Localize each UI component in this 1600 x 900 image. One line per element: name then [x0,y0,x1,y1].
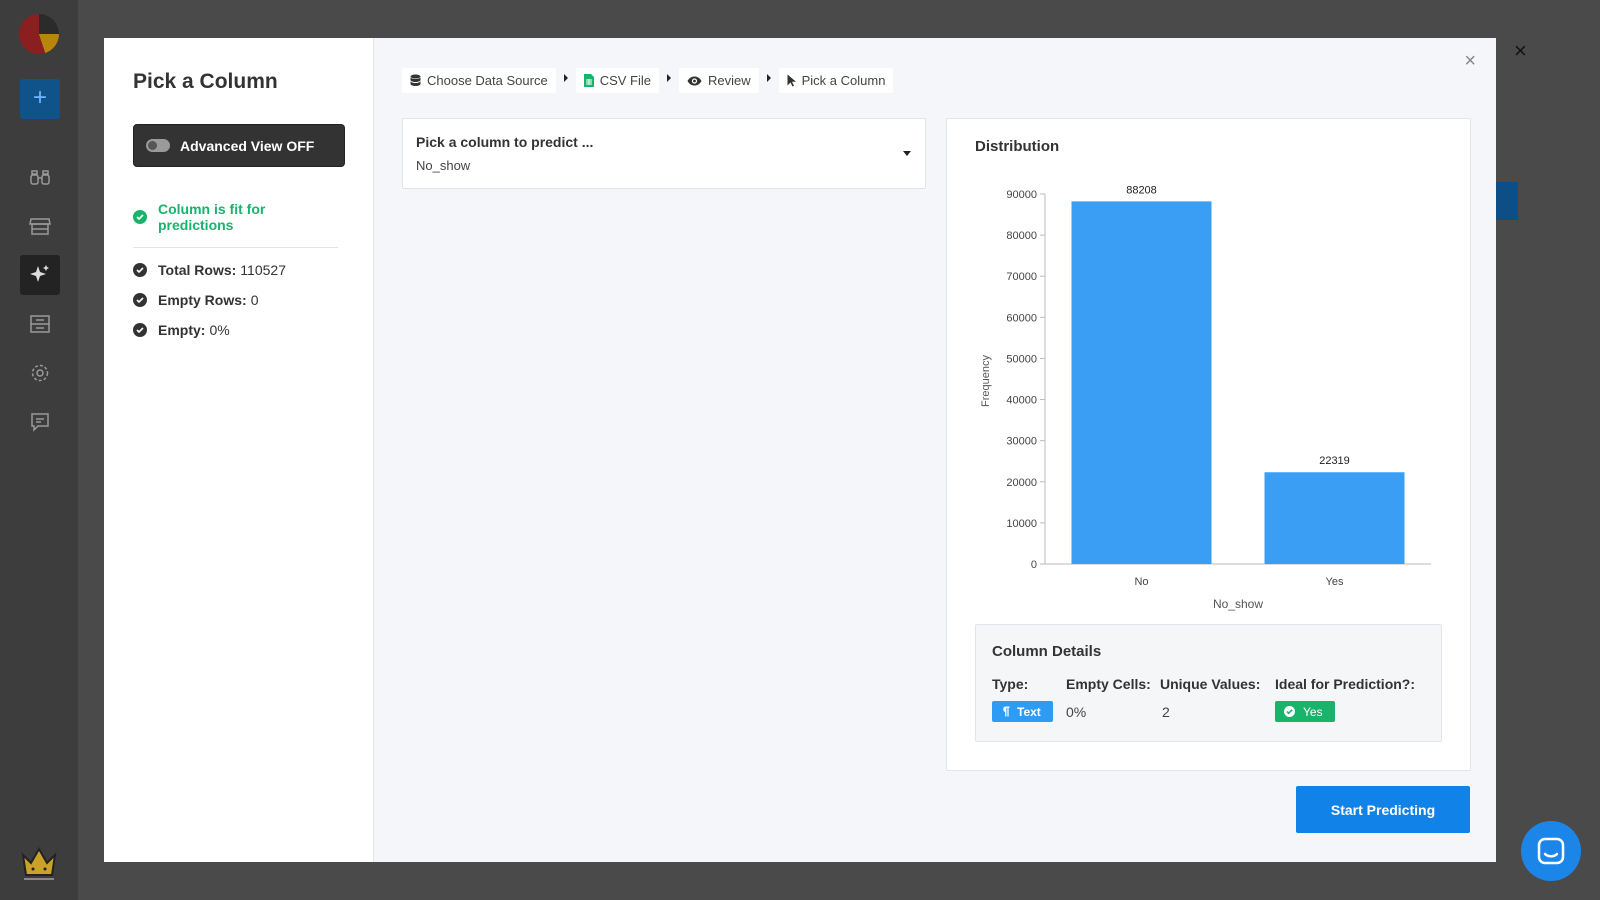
detail-label: Type: [992,676,1029,692]
ideal-value: Yes [1303,704,1323,719]
x-axis-label: No_show [1213,597,1263,611]
y-tick-label: 40000 [1006,395,1037,407]
advanced-view-label: Advanced View OFF [180,137,315,154]
modal-close-icon[interactable]: × [1464,50,1476,73]
column-select-label: Pick a column to predict ... [416,134,594,150]
breadcrumb-separator-icon [563,73,568,82]
detail-unique-values: Unique Values: 2 [1160,676,1275,722]
breadcrumb-label: CSV File [599,73,651,88]
distribution-panel: Distribution 0 10000 20000 30000 40000 50000 6… [946,118,1471,771]
stat-label: Empty Rows: [158,292,247,308]
y-axis-label: Frequency [980,355,992,407]
stat-value: 0% [209,322,230,338]
column-details: Column Details Type: Text Empty Cells: 0… [975,624,1442,742]
stat-total-rows: Total Rows: 110527 [133,262,344,278]
bars: 88208 No 22319 Yes [1071,184,1405,588]
background-close-icon[interactable]: × [1514,38,1527,64]
modal-title: Pick a Column [133,70,278,93]
add-button[interactable]: + [20,79,60,119]
check-circle-icon [133,323,147,337]
breadcrumb-review[interactable]: Review [678,68,759,93]
distribution-chart: 0 10000 20000 30000 40000 50000 60000 70000 8000… [980,184,1431,611]
app-sidebar: + [0,0,78,900]
csv-file-icon [583,74,594,87]
breadcrumb-separator-icon [766,73,771,82]
check-circle-icon [133,263,147,277]
fit-message: Column is fit for predictions [158,201,266,233]
y-tick-label: 20000 [1006,477,1037,489]
detail-label: Unique Values: [1160,676,1261,692]
y-tick-label: 50000 [1006,353,1037,365]
modal-left-panel: Pick a Column Advanced View OFF Column i… [104,38,374,862]
y-tick-label: 90000 [1006,189,1037,201]
breadcrumb-csv-file[interactable]: CSV File [575,68,659,93]
detail-label: Ideal for Prediction?: [1275,676,1416,692]
breadcrumb-label: Pick a Column [801,73,886,88]
bar-data-label: 88208 [1126,184,1157,196]
type-badge: Text [992,701,1053,722]
detail-label: Empty Cells: [1066,676,1151,692]
fit-status: Column is fit for predictions [133,201,338,248]
column-details-title: Column Details [992,643,1102,660]
advanced-view-toggle-button[interactable]: Advanced View OFF [133,124,345,167]
background-panel [1496,182,1518,220]
pick-column-modal: Pick a Column Advanced View OFF Column i… [104,38,1496,862]
stat-value: 110527 [240,262,286,278]
breadcrumb: Choose Data Source CSV File Review Pick … [402,68,894,93]
y-tick-label: 10000 [1006,518,1037,530]
y-tick-label: 0 [1031,559,1037,571]
detail-empty-cells: Empty Cells: 0% [1066,676,1160,722]
check-circle-icon [133,210,147,224]
check-circle-icon [133,293,147,307]
toggle-icon [146,139,170,152]
x-tick-label: No [1134,576,1148,588]
chat-bubble-icon[interactable] [20,402,60,442]
y-tick-label: 70000 [1006,271,1037,283]
store-icon[interactable] [20,206,60,246]
y-tick-label: 30000 [1006,436,1037,448]
breadcrumb-label: Review [707,73,751,88]
detail-value: 2 [1162,704,1170,720]
chat-launcher-button[interactable] [1521,821,1581,881]
check-circle-icon [1284,706,1295,717]
detail-ideal: Ideal for Prediction?: Yes [1275,676,1415,722]
bar-data-label: 22319 [1319,455,1350,467]
breadcrumb-pick-a-column[interactable]: Pick a Column [778,68,894,93]
paragraph-icon [1003,706,1010,717]
y-tick-label: 80000 [1006,230,1037,242]
gear-icon[interactable] [20,353,60,393]
stat-empty-rows: Empty Rows: 0 [133,292,344,308]
app-logo[interactable] [19,14,59,54]
start-predicting-button[interactable]: Start Predicting [1296,786,1470,833]
caret-down-icon [903,151,911,156]
y-axis: 0 10000 20000 30000 40000 50000 60000 70000 8000… [1006,189,1045,571]
type-value: Text [1017,704,1041,719]
server-icon[interactable] [20,304,60,344]
stat-value: 0 [250,292,259,308]
detail-type: Type: Text [992,676,1066,722]
binoculars-icon[interactable] [20,157,60,197]
bar-yes [1264,472,1405,564]
column-select[interactable]: Pick a column to predict ... No_show [402,118,926,189]
database-icon [410,74,421,86]
detail-value: 0% [1066,704,1087,720]
x-tick-label: Yes [1326,576,1344,588]
stat-label: Empty: [158,322,206,338]
eye-icon [687,76,702,85]
y-tick-label: 60000 [1006,312,1037,324]
column-select-value: No_show [416,158,471,173]
chat-icon [1537,837,1565,865]
sparkle-icon[interactable] [20,255,60,295]
stat-label: Total Rows: [158,262,237,278]
pointer-icon [787,74,796,87]
bar-no [1071,201,1212,564]
modal-main: Choose Data Source CSV File Review Pick … [374,38,1496,862]
breadcrumb-label: Choose Data Source [427,73,548,88]
ideal-badge: Yes [1275,701,1335,722]
crown-icon[interactable] [20,843,58,883]
stat-empty: Empty: 0% [133,322,344,338]
breadcrumb-choose-data-source[interactable]: Choose Data Source [402,68,556,93]
breadcrumb-separator-icon [666,73,671,82]
